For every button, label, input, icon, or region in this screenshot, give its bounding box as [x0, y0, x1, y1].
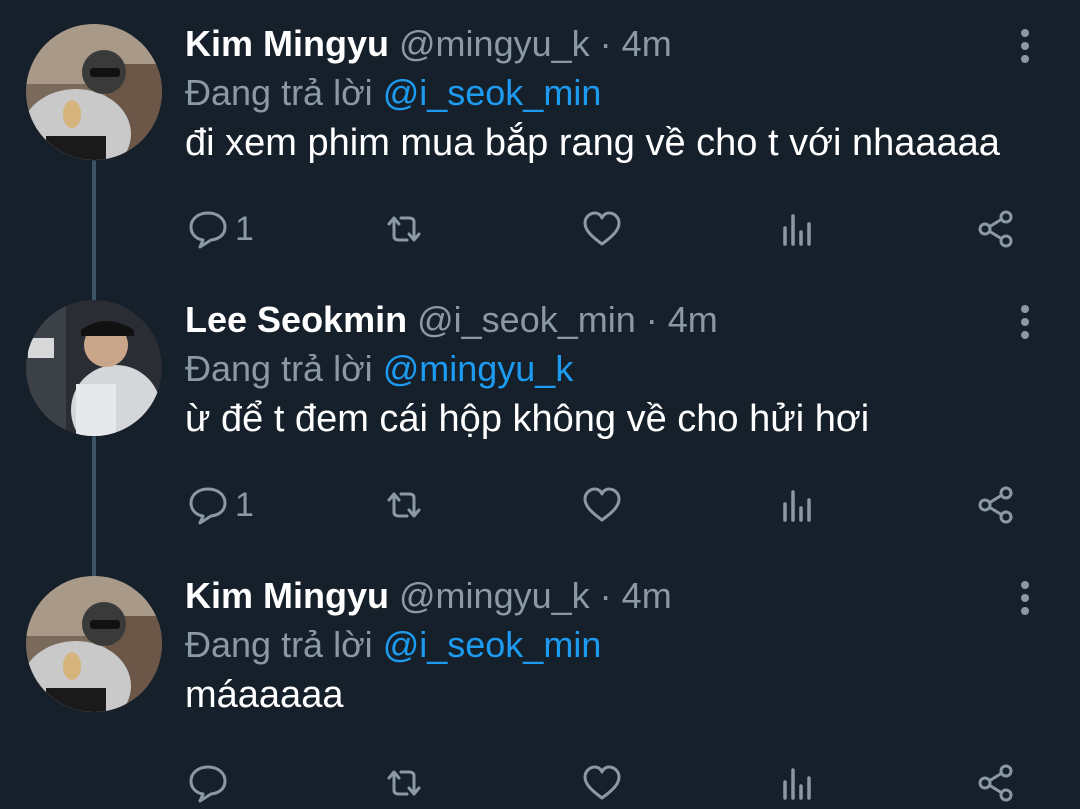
more-options-button[interactable] [1010, 576, 1040, 620]
timestamp[interactable]: 4m [622, 23, 672, 64]
retweet-button[interactable] [383, 758, 425, 808]
like-button[interactable] [581, 480, 623, 530]
more-options-button[interactable] [1010, 300, 1040, 344]
speech-bubble-icon [189, 765, 227, 803]
timestamp[interactable]: 4m [622, 575, 672, 616]
avatar[interactable] [26, 300, 162, 436]
replying-to: Đang trả lời @i_seok_min [185, 68, 601, 118]
tweet[interactable]: Kim Mingyu @mingyu_k · 4m Đang trả lời @… [0, 574, 1080, 809]
share-icon [978, 486, 1013, 524]
display-name[interactable]: Kim Mingyu [185, 23, 389, 64]
speech-bubble-icon [189, 487, 227, 525]
more-options-button[interactable] [1010, 24, 1040, 68]
analytics-button[interactable] [777, 758, 819, 808]
speech-bubble-icon [189, 211, 227, 249]
separator: · [645, 299, 658, 340]
avatar[interactable] [26, 24, 162, 160]
replying-to: Đang trả lời @mingyu_k [185, 344, 573, 394]
share-icon [978, 210, 1013, 248]
share-button[interactable] [975, 204, 1017, 254]
like-button[interactable] [581, 758, 623, 808]
like-button[interactable] [581, 204, 623, 254]
analytics-button[interactable] [777, 480, 819, 530]
mention-link[interactable]: @mingyu_k [383, 348, 574, 389]
tweet-actions: 1 [185, 204, 1045, 254]
vertical-dots-icon [1021, 29, 1029, 63]
replying-to-label: Đang trả lời [185, 72, 373, 113]
timestamp[interactable]: 4m [668, 299, 718, 340]
separator: · [599, 575, 612, 616]
user-handle[interactable]: @mingyu_k [399, 23, 590, 64]
analytics-button[interactable] [777, 204, 819, 254]
reply-button[interactable]: 1 [187, 480, 254, 530]
retweet-icon [387, 770, 421, 796]
user-handle[interactable]: @i_seok_min [417, 299, 636, 340]
heart-icon [583, 211, 621, 246]
tweet-text: máaaaaa [185, 674, 344, 716]
tweet-actions: 1 [185, 480, 1045, 530]
replying-to-label: Đang trả lời [185, 624, 373, 665]
vertical-dots-icon [1021, 581, 1029, 615]
vertical-dots-icon [1021, 305, 1029, 339]
reply-button[interactable] [187, 758, 229, 808]
tweet-text: đi xem phim mua bắp rang về cho t với nh… [185, 122, 1000, 164]
replying-to: Đang trả lời @i_seok_min [185, 620, 601, 670]
tweet-text: ừ để t đem cái hộp không về cho hửi hơi [185, 398, 870, 440]
avatar[interactable] [26, 576, 162, 712]
mention-link[interactable]: @i_seok_min [383, 72, 602, 113]
retweet-button[interactable] [383, 480, 425, 530]
tweet[interactable]: Kim Mingyu @mingyu_k · 4m Đang trả lời @… [0, 22, 1080, 274]
reply-count: 1 [235, 485, 254, 524]
tweet[interactable]: Lee Seokmin @i_seok_min · 4m Đang trả lờ… [0, 298, 1080, 550]
bar-chart-icon [783, 214, 811, 246]
retweet-icon [387, 216, 421, 242]
user-handle[interactable]: @mingyu_k [399, 575, 590, 616]
share-icon [978, 764, 1013, 802]
replying-to-label: Đang trả lời [185, 348, 373, 389]
reply-button[interactable]: 1 [187, 204, 254, 254]
retweet-button[interactable] [383, 204, 425, 254]
tweet-header: Kim Mingyu @mingyu_k · 4m [185, 574, 672, 618]
tweet-actions [185, 758, 1045, 808]
mention-link[interactable]: @i_seok_min [383, 624, 602, 665]
separator: · [599, 23, 612, 64]
heart-icon [583, 487, 621, 522]
reply-count: 1 [235, 209, 254, 248]
share-button[interactable] [975, 758, 1017, 808]
display-name[interactable]: Kim Mingyu [185, 575, 389, 616]
heart-icon [583, 765, 621, 800]
bar-chart-icon [783, 768, 811, 800]
share-button[interactable] [975, 480, 1017, 530]
tweet-header: Lee Seokmin @i_seok_min · 4m [185, 298, 718, 342]
retweet-icon [387, 492, 421, 518]
display-name[interactable]: Lee Seokmin [185, 299, 407, 340]
bar-chart-icon [783, 490, 811, 522]
tweet-header: Kim Mingyu @mingyu_k · 4m [185, 22, 672, 66]
